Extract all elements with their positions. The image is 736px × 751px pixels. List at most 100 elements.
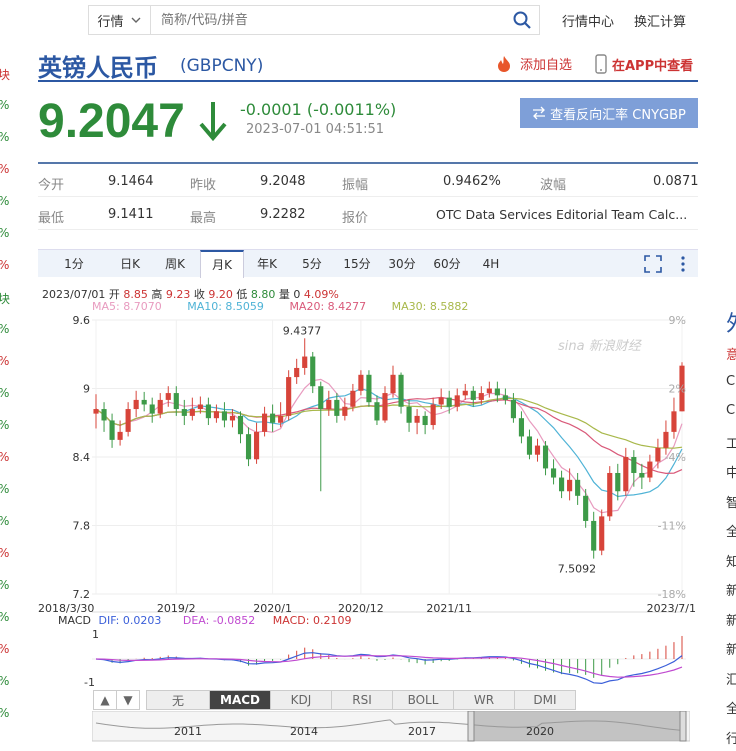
stat-value: 9.1411 [108,207,154,222]
collapse-up-button[interactable]: ▲ [93,690,117,710]
right-strip-item: 工 [726,436,736,452]
timeline-handle-left[interactable] [467,711,475,742]
search-category-select[interactable]: 行情 [89,6,151,34]
candle-body [374,402,380,421]
timeline-selection[interactable] [472,711,684,741]
candle-body [599,516,605,551]
search-input[interactable] [151,6,505,34]
candle-body [382,393,388,421]
right-strip-item: 外 [726,306,736,338]
quote-source-value: OTC Data Services Editorial Team Calc... [436,207,688,222]
candlestick-chart[interactable]: sina 新浪财经 9.6 9 8.4 7.8 7.2 9% 2% -4% -11% -18% 2… [38,312,700,692]
right-strip-item: 智 [726,495,736,511]
candle-body [623,457,629,492]
candle-body [302,356,308,368]
y-tick-pct-label: -18% [658,588,686,601]
right-strip-item: 汇 [726,672,736,688]
tab-monthly[interactable]: 月K [200,249,244,278]
candle-body [262,413,268,432]
title-divider [38,80,698,82]
left-strip-item: % [0,258,9,272]
tab-daily[interactable]: 日K [110,250,150,278]
candle-body [358,374,364,391]
market-center-link[interactable]: 行情中心 [562,11,614,30]
candle-body [117,431,123,440]
chart-grid [92,319,686,613]
tab-weekly[interactable]: 周K [150,250,200,278]
candle-body [406,406,412,423]
candle-body [526,436,533,455]
view-in-app-button[interactable]: 在APP中查看 [594,54,693,74]
candle-body [518,418,525,437]
search-button[interactable] [505,6,539,34]
max-price-label: 9.4377 [283,324,322,337]
collapse-down-button[interactable]: ▼ [116,690,140,710]
tab-5min[interactable]: 5分 [290,250,334,278]
candle-body [141,399,147,405]
indicator-boll[interactable]: BOLL [392,690,454,710]
candle-body [93,409,99,414]
stat-label: 振幅 [342,178,369,193]
left-sidebar-clipped: 块%%%%%% 块%%%%%%%%%%%%% [0,0,10,751]
indicator-rsi[interactable]: RSI [331,690,393,710]
left-strip-item: % [0,386,9,400]
y-tick-label: 9.6 [73,314,91,327]
candle-body [470,390,476,400]
left-strip-item: % [0,482,9,496]
candle-body [149,404,155,414]
candle-body [663,431,669,448]
indicator-wr[interactable]: WR [453,690,515,710]
phone-icon [595,54,607,74]
candle-body [173,393,179,410]
timeline-handle-right[interactable] [679,711,687,742]
candle-body [181,409,187,416]
x-tick-label: 2023/7/1 [647,602,696,615]
candle-body [133,399,139,410]
stats-row-2: 最低 9.1411 最高 9.2282 报价 OTC Data Services… [38,198,698,230]
min-price-label: 7.5092 [558,563,597,576]
macd-dif: DIF: 0.0203 [98,614,162,627]
left-strip-item: % [0,418,9,432]
candle-body [591,520,597,551]
candle-body [607,472,613,517]
tab-1min[interactable]: 1分 [38,250,110,278]
y-tick-label: 9 [83,383,90,396]
candle-body [125,409,131,432]
price-change: -0.0001 (-0.0011%) [240,100,397,119]
tab-4h[interactable]: 4H [470,250,512,278]
candle-body [510,399,516,419]
tab-15min[interactable]: 15分 [334,250,380,278]
right-sidebar-clipped: 外意CC工中智全知新新新汇全行 [726,0,736,751]
left-strip-item: % [0,450,9,464]
exchange-calc-link[interactable]: 换汇计算 [634,11,686,30]
indicator-dmi[interactable]: DMI [514,690,576,710]
add-favorite-button[interactable]: 添加自选 [494,54,572,73]
macd-y-bottom: -1 [84,676,95,689]
candle-body [478,393,484,400]
candle-body [494,388,500,396]
candle-body [213,411,219,419]
stats-divider [38,162,698,164]
macd-value: MACD: 0.2109 [272,614,352,627]
reverse-rate-button[interactable]: 查看反向汇率 CNYGBP [520,98,698,128]
indicator-kdj[interactable]: KDJ [270,690,332,710]
candle-body [205,404,211,419]
view-in-app-label: 在APP中查看 [612,58,694,74]
indicator-macd[interactable]: MACD [209,690,271,710]
stat-label: 波幅 [540,178,567,193]
more-vertical-icon[interactable] [680,255,686,273]
candle-body [502,395,508,400]
candle-body [310,356,316,387]
candle-body [430,404,436,426]
stat-label: 昨收 [190,178,217,193]
current-price: 9.2047 [38,95,185,148]
indicator-none[interactable]: 无 [146,690,210,710]
y-tick-pct-label: -11% [658,520,686,533]
fullscreen-icon[interactable] [644,254,662,273]
tab-30min[interactable]: 30分 [380,250,424,278]
timeline-navigator[interactable]: 2011 2014 2017 2020 [92,711,690,743]
tab-yearly[interactable]: 年K [244,250,290,278]
tab-60min[interactable]: 60分 [424,250,470,278]
left-strip-item: % [0,546,9,560]
right-strip-item: 全 [726,525,736,540]
